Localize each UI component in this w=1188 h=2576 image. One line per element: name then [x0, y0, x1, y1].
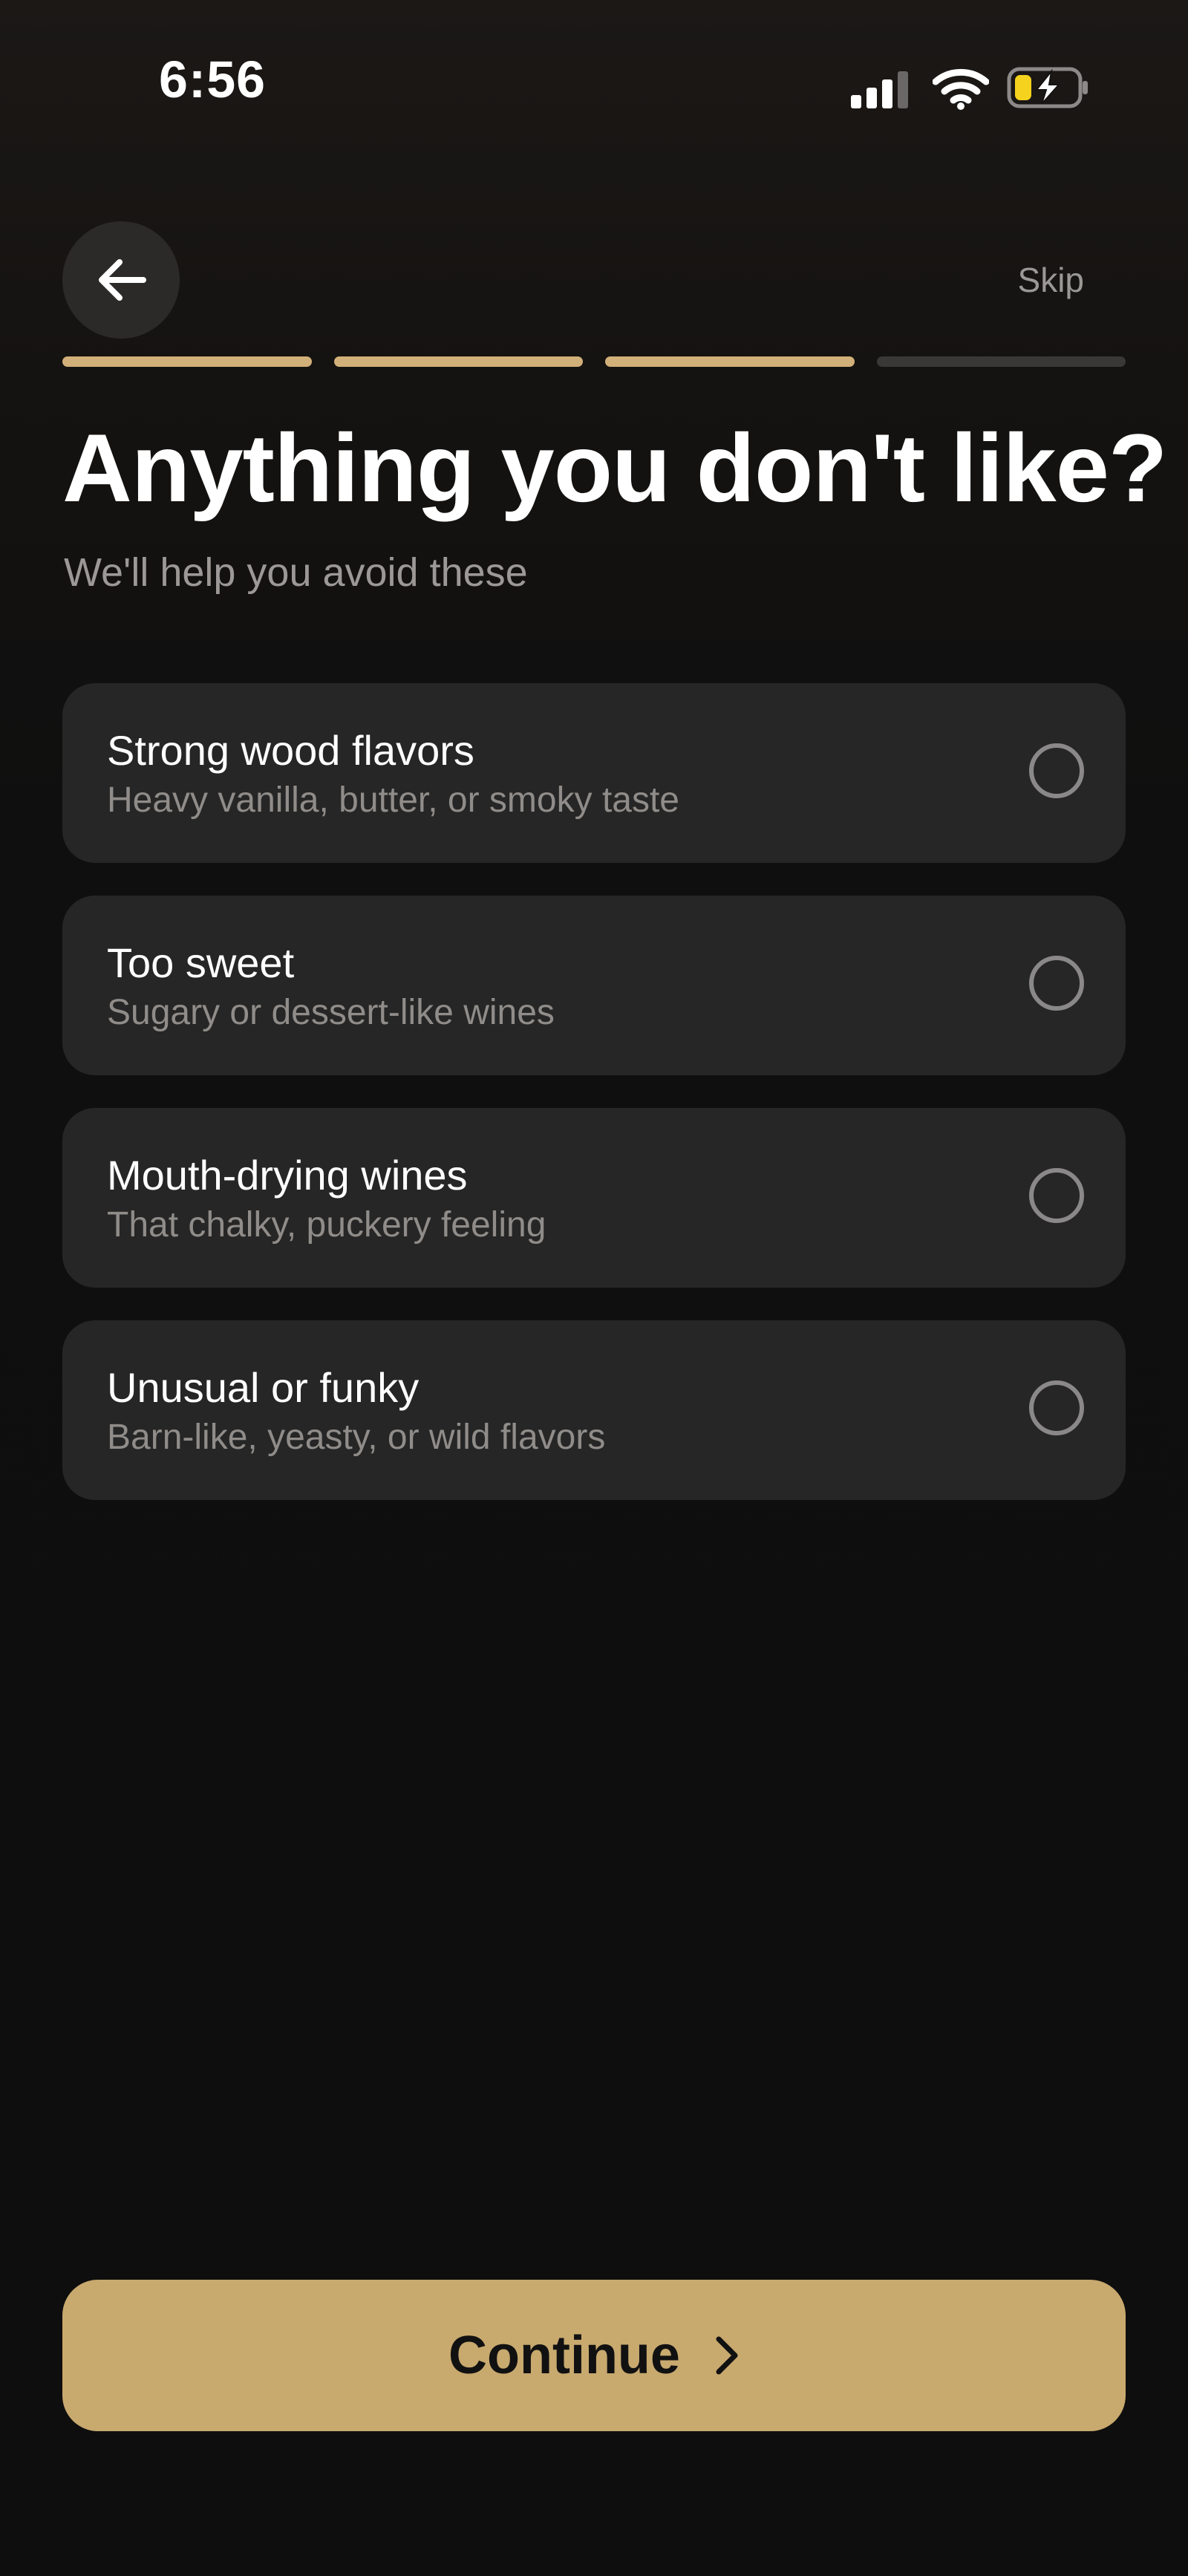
continue-button[interactable]: Continue — [62, 2280, 1126, 2431]
option-too-sweet[interactable]: Too sweet Sugary or dessert-like wines — [62, 896, 1126, 1075]
option-description: Barn-like, yeasty, or wild flavors — [107, 1418, 606, 1457]
option-title: Too sweet — [107, 939, 295, 986]
option-title: Unusual or funky — [107, 1364, 420, 1411]
options-list: Strong wood flavors Heavy vanilla, butte… — [62, 683, 1126, 1500]
continue-label: Continue — [448, 2326, 680, 2385]
battery-charging-icon — [1007, 67, 1088, 108]
skip-button[interactable]: Skip — [980, 260, 1084, 300]
cellular-signal-icon — [851, 71, 908, 108]
option-title: Mouth-drying wines — [107, 1152, 468, 1199]
option-strong-wood-flavors[interactable]: Strong wood flavors Heavy vanilla, butte… — [62, 683, 1126, 863]
page-title: Anything you don't like? — [62, 414, 1167, 522]
progress-step-4 — [876, 356, 1126, 367]
page-subtitle: We'll help you avoid these — [64, 550, 528, 595]
radio-button[interactable] — [1029, 1168, 1084, 1223]
option-title: Strong wood flavors — [107, 727, 474, 774]
radio-button[interactable] — [1029, 1380, 1084, 1435]
radio-button[interactable] — [1029, 956, 1084, 1011]
progress-step-1 — [62, 356, 312, 367]
status-time: 6:56 — [159, 50, 267, 108]
option-description: Heavy vanilla, butter, or smoky taste — [107, 780, 679, 820]
progress-step-3 — [605, 356, 855, 367]
chevron-right-icon — [716, 2336, 738, 2375]
progress-bar — [62, 356, 1126, 368]
option-unusual-or-funky[interactable]: Unusual or funky Barn-like, yeasty, or w… — [62, 1320, 1126, 1500]
wifi-icon — [933, 68, 989, 110]
radio-button[interactable] — [1029, 743, 1084, 798]
arrow-left-icon — [99, 259, 146, 301]
progress-step-2 — [333, 356, 583, 367]
option-description: Sugary or dessert-like wines — [107, 993, 555, 1032]
option-description: That chalky, puckery feeling — [107, 1205, 546, 1245]
back-button[interactable] — [62, 221, 180, 339]
option-mouth-drying-wines[interactable]: Mouth-drying wines That chalky, puckery … — [62, 1108, 1126, 1288]
